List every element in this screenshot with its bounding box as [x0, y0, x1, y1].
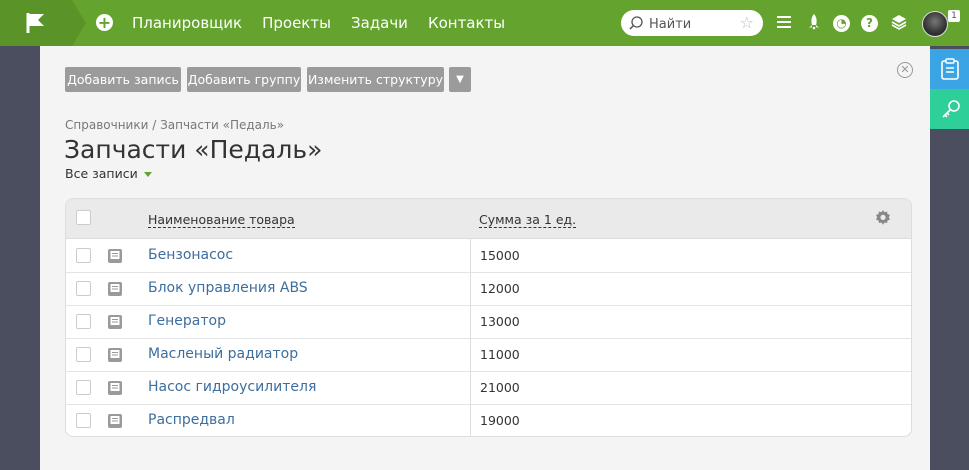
record-icon[interactable]	[107, 380, 123, 396]
more-dropdown-button[interactable]: ▼	[449, 67, 471, 92]
table-row[interactable]: Блок управления ABS 12000	[66, 272, 911, 306]
item-sum: 15000	[480, 248, 520, 263]
nav-item-planner[interactable]: Планировщик	[132, 14, 242, 32]
key-tab[interactable]	[930, 89, 969, 129]
notes-tab[interactable]	[930, 49, 969, 89]
row-checkbox[interactable]	[76, 413, 91, 428]
table-row[interactable]: Генератор 13000	[66, 305, 911, 339]
nav-item-projects[interactable]: Проекты	[262, 14, 331, 32]
plus-icon[interactable]: +	[96, 14, 113, 31]
item-sum: 13000	[480, 314, 520, 329]
rocket-icon[interactable]	[804, 13, 824, 33]
logo[interactable]	[0, 0, 86, 46]
item-name-link[interactable]: Распредвал	[148, 412, 235, 428]
notification-badge[interactable]: 1	[948, 10, 960, 22]
item-name-link[interactable]: Генератор	[148, 313, 226, 329]
column-header-name[interactable]: Наименование товара	[148, 212, 295, 228]
notes-icon	[941, 58, 959, 80]
filter-dropdown[interactable]: Все записи	[65, 166, 152, 181]
record-icon[interactable]	[107, 281, 123, 297]
filter-label: Все записи	[65, 166, 138, 181]
avatar[interactable]	[922, 11, 948, 37]
item-sum: 19000	[480, 413, 520, 428]
gear-icon[interactable]	[874, 209, 892, 227]
page-title: Запчасти «Педаль»	[64, 135, 323, 164]
item-sum: 12000	[480, 281, 520, 296]
edit-structure-button[interactable]: Изменить структуру	[307, 67, 444, 92]
close-icon[interactable]: ✕	[897, 62, 913, 78]
select-all-checkbox[interactable]	[76, 210, 91, 225]
item-sum: 21000	[480, 380, 520, 395]
item-name-link[interactable]: Блок управления ABS	[148, 280, 308, 296]
search-box: ☆	[621, 10, 763, 36]
timer-icon[interactable]: ◔	[833, 15, 850, 32]
item-sum: 11000	[480, 347, 520, 362]
record-icon[interactable]	[107, 248, 123, 264]
row-checkbox[interactable]	[76, 248, 91, 263]
breadcrumb[interactable]: Справочники / Запчасти «Педаль»	[65, 118, 284, 132]
search-icon	[629, 16, 643, 30]
top-bar: + Планировщик Проекты Задачи Контакты ☆ …	[0, 0, 969, 46]
add-record-button[interactable]: Добавить запись	[65, 67, 181, 92]
star-icon[interactable]: ☆	[740, 13, 754, 32]
record-icon[interactable]	[107, 413, 123, 429]
main-panel: Добавить запись Добавить группу Изменить…	[40, 46, 930, 470]
nav-item-tasks[interactable]: Задачи	[351, 14, 408, 32]
nav-item-contacts[interactable]: Контакты	[428, 14, 505, 32]
item-name-link[interactable]: Насос гидроусилителя	[148, 379, 316, 395]
column-header-sum[interactable]: Сумма за 1 ед.	[479, 212, 577, 228]
caret-down-icon	[143, 172, 152, 177]
help-icon[interactable]: ?	[861, 15, 878, 32]
item-name-link[interactable]: Бензонасос	[148, 247, 233, 263]
table-row[interactable]: Масленый радиатор 11000	[66, 338, 911, 372]
records-table: Наименование товара Сумма за 1 ед. Бензо…	[65, 198, 912, 437]
record-icon[interactable]	[107, 347, 123, 363]
table-header: Наименование товара Сумма за 1 ед.	[66, 199, 911, 239]
row-checkbox[interactable]	[76, 380, 91, 395]
row-checkbox[interactable]	[76, 347, 91, 362]
key-icon	[942, 100, 960, 118]
add-group-button[interactable]: Добавить группу	[187, 67, 301, 92]
layers-icon[interactable]	[889, 13, 909, 33]
row-checkbox[interactable]	[76, 281, 91, 296]
table-row[interactable]: Бензонасос 15000	[66, 239, 911, 273]
row-checkbox[interactable]	[76, 314, 91, 329]
flag-icon	[26, 13, 44, 33]
main-nav: Планировщик Проекты Задачи Контакты	[132, 0, 505, 46]
search-input[interactable]	[647, 13, 739, 35]
menu-icon[interactable]	[774, 13, 794, 33]
table-row[interactable]: Насос гидроусилителя 21000	[66, 371, 911, 405]
table-row[interactable]: Распредвал 19000	[66, 404, 911, 436]
item-name-link[interactable]: Масленый радиатор	[148, 346, 298, 362]
record-icon[interactable]	[107, 314, 123, 330]
